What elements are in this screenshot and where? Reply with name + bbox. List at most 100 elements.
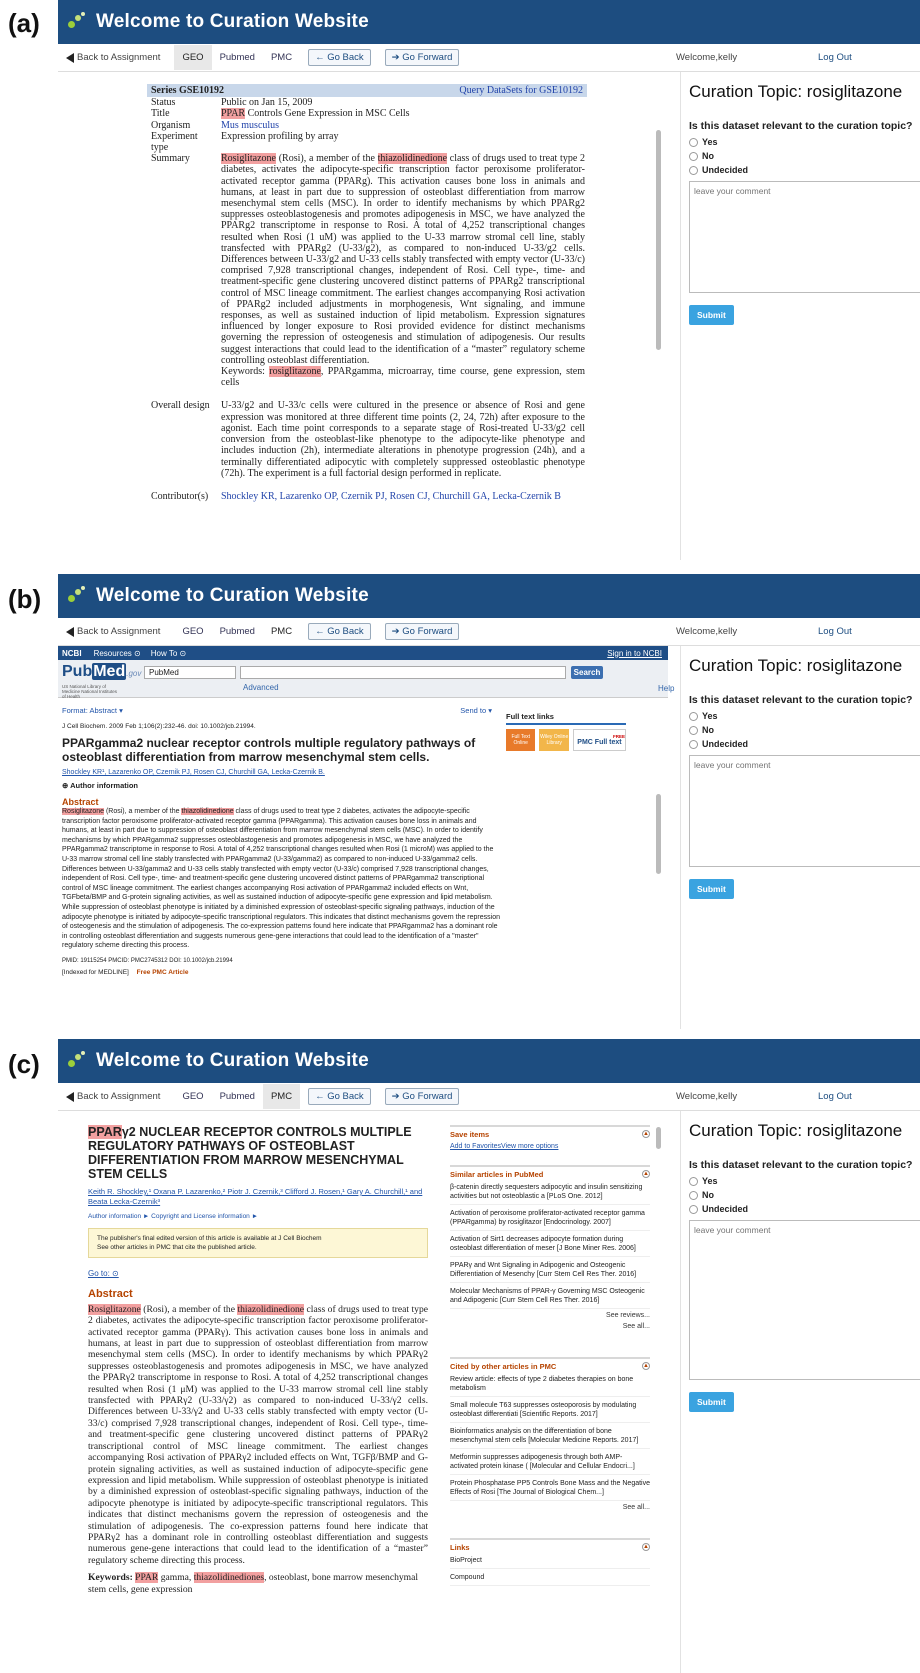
- experiment-type-value: Expression profiling by array: [221, 130, 339, 142]
- option-undecided[interactable]: Undecided: [689, 165, 920, 175]
- tab-geo[interactable]: GEO: [174, 45, 212, 70]
- radio-icon: [689, 151, 698, 161]
- contributors-links[interactable]: Shockley KR, Lazarenko OP, Czernik PJ, R…: [219, 491, 587, 502]
- tab-pubmed[interactable]: Pubmed: [212, 45, 263, 70]
- tab-pmc[interactable]: PMC: [263, 45, 300, 70]
- journal-full-text-link[interactable]: Full Text Online: [506, 729, 536, 751]
- tab-pmc[interactable]: PMC: [263, 619, 300, 644]
- help-link[interactable]: Help: [658, 684, 674, 693]
- see-all-link[interactable]: See all...: [450, 1503, 650, 1512]
- logout-link[interactable]: Log Out: [818, 626, 852, 637]
- collapse-icon[interactable]: ▲: [642, 1543, 650, 1551]
- relevance-question: Is this dataset relevant to the curation…: [689, 694, 913, 706]
- back-to-assignment-link[interactable]: Back to Assignment: [66, 1091, 160, 1102]
- see-all-link[interactable]: See all...: [450, 1322, 650, 1331]
- option-yes[interactable]: Yes: [689, 1176, 920, 1186]
- geo-header: Series GSE10192 Query DataSets for GSE101…: [147, 84, 587, 98]
- organism-link[interactable]: Mus musculus: [219, 120, 587, 131]
- go-forward-button[interactable]: ➔ Go Forward: [384, 623, 460, 640]
- option-no[interactable]: No: [689, 151, 920, 161]
- scrollbar[interactable]: [656, 1127, 661, 1149]
- save-items-links[interactable]: Add to FavoritesView more options: [450, 1142, 650, 1151]
- pmc-sidebar: Save items ▲ Add to FavoritesView more op…: [450, 1125, 650, 1586]
- go-back-button[interactable]: ← Go Back: [308, 623, 371, 640]
- free-pmc-article-link[interactable]: Free PMC Article: [137, 969, 189, 976]
- citing-article[interactable]: Bioinformatics analysis on the different…: [450, 1427, 650, 1449]
- site-title: Welcome to Curation Website: [96, 1050, 369, 1071]
- submit-button[interactable]: Submit: [689, 879, 734, 899]
- citing-article[interactable]: Protein Phosphatase PP5 Controls Bone Ma…: [450, 1479, 650, 1501]
- resources-menu[interactable]: Resources ⊙: [94, 649, 141, 658]
- sign-in-link[interactable]: Sign in to NCBI: [607, 649, 662, 658]
- pmc-full-text-link[interactable]: FREE PMC Full text: [572, 729, 627, 751]
- back-to-assignment-link[interactable]: Back to Assignment: [66, 52, 160, 63]
- pubmed-search-input[interactable]: [240, 666, 566, 679]
- similar-article[interactable]: Activation of Sirt1 decreases adipocyte …: [450, 1235, 650, 1257]
- send-to-menu[interactable]: Send to ▾: [460, 706, 492, 715]
- link-item[interactable]: Compound: [450, 1573, 650, 1586]
- option-yes[interactable]: Yes: [689, 137, 920, 147]
- submit-button[interactable]: Submit: [689, 1392, 734, 1412]
- option-undecided[interactable]: Undecided: [689, 739, 920, 749]
- logout-link[interactable]: Log Out: [818, 1091, 852, 1102]
- logo-icon: [68, 12, 88, 32]
- tab-geo[interactable]: GEO: [174, 619, 211, 644]
- tab-pmc[interactable]: PMC: [262, 1084, 301, 1109]
- author-info-links[interactable]: Author information ► Copyright and Licen…: [88, 1211, 428, 1222]
- logout-link[interactable]: Log Out: [818, 52, 852, 63]
- query-datasets-link[interactable]: Query DataSets for GSE10192: [459, 85, 583, 96]
- option-yes[interactable]: Yes: [689, 711, 920, 721]
- see-reviews-link[interactable]: See reviews...: [450, 1311, 650, 1320]
- back-arrow-icon: [66, 626, 74, 637]
- collapse-icon[interactable]: ▲: [642, 1170, 650, 1178]
- comment-field[interactable]: [689, 755, 920, 867]
- back-to-assignment-link[interactable]: Back to Assignment: [66, 626, 160, 637]
- curation-topic: Curation Topic: rosiglitazone: [689, 82, 903, 101]
- citing-article[interactable]: Metformin suppresses adipogenesis throug…: [450, 1453, 650, 1475]
- abstract-heading: Abstract: [88, 1287, 133, 1300]
- pubmed-abstract: J Cell Biochem. 2009 Feb 1;106(2):232-46…: [62, 722, 502, 978]
- link-item[interactable]: BioProject: [450, 1556, 650, 1569]
- go-forward-button[interactable]: ➔ Go Forward: [384, 49, 460, 66]
- citing-article[interactable]: Small molecule T63 suppresses osteoporos…: [450, 1401, 650, 1423]
- nav-bar: Back to Assignment GEO Pubmed PMC ← Go B…: [58, 618, 920, 646]
- scrollbar[interactable]: [656, 130, 661, 350]
- similar-article[interactable]: β-catenin directly sequesters adipocytic…: [450, 1183, 650, 1205]
- search-button[interactable]: Search: [571, 666, 603, 679]
- similar-article[interactable]: PPARγ and Wnt Signaling in Adipogenic an…: [450, 1261, 650, 1283]
- wiley-link[interactable]: Wiley Online Library: [539, 729, 569, 751]
- article-title: PPARγ2 NUCLEAR RECEPTOR CONTROLS MULTIPL…: [88, 1125, 412, 1181]
- nlm-text: US National Library of Medicine National…: [62, 684, 118, 699]
- collapse-icon[interactable]: ▲: [642, 1362, 650, 1370]
- comment-field[interactable]: [689, 181, 920, 293]
- tab-pubmed[interactable]: Pubmed: [212, 1084, 263, 1109]
- abstract-text: Rosiglitazone (Rosi), a member of the th…: [62, 808, 500, 950]
- advanced-link[interactable]: Advanced: [243, 683, 279, 692]
- go-forward-button[interactable]: ➔ Go Forward: [384, 1088, 460, 1105]
- citation[interactable]: J Cell Biochem. 2009 Feb 1;106(2):232-46…: [62, 722, 502, 732]
- go-back-button[interactable]: ← Go Back: [308, 49, 371, 66]
- comment-field[interactable]: [689, 1220, 920, 1380]
- similar-article[interactable]: Molecular Mechanisms of PPAR-γ Governing…: [450, 1287, 650, 1309]
- submit-button[interactable]: Submit: [689, 305, 734, 325]
- option-undecided[interactable]: Undecided: [689, 1204, 920, 1214]
- similar-article[interactable]: Activation of peroxisome proliferator-ac…: [450, 1209, 650, 1231]
- option-no[interactable]: No: [689, 1190, 920, 1200]
- links-heading: Links ▲: [450, 1538, 650, 1552]
- database-select[interactable]: PubMed: [144, 666, 236, 679]
- author-list[interactable]: Keith R. Shockley,¹ Oxana P. Lazarenko,²…: [88, 1187, 428, 1207]
- tab-pubmed[interactable]: Pubmed: [212, 619, 263, 644]
- howto-menu[interactable]: How To ⊙: [151, 649, 186, 658]
- author-list[interactable]: Shockley KR¹, Lazarenko OP, Czernik PJ, …: [62, 768, 502, 778]
- go-back-button[interactable]: ← Go Back: [308, 1088, 371, 1105]
- format-select[interactable]: Format: Abstract ▾: [62, 706, 123, 715]
- goto-menu[interactable]: Go to: ⊙: [88, 1268, 428, 1279]
- collapse-icon[interactable]: ▲: [642, 1130, 650, 1138]
- author-information-toggle[interactable]: ⊕ Author information: [62, 781, 502, 791]
- banner: Welcome to Curation Website: [58, 0, 920, 44]
- tab-geo[interactable]: GEO: [174, 1084, 211, 1109]
- back-arrow-icon: [66, 1091, 74, 1102]
- citing-article[interactable]: Review article: effects of type 2 diabet…: [450, 1375, 650, 1397]
- option-no[interactable]: No: [689, 725, 920, 735]
- scrollbar[interactable]: [656, 794, 661, 874]
